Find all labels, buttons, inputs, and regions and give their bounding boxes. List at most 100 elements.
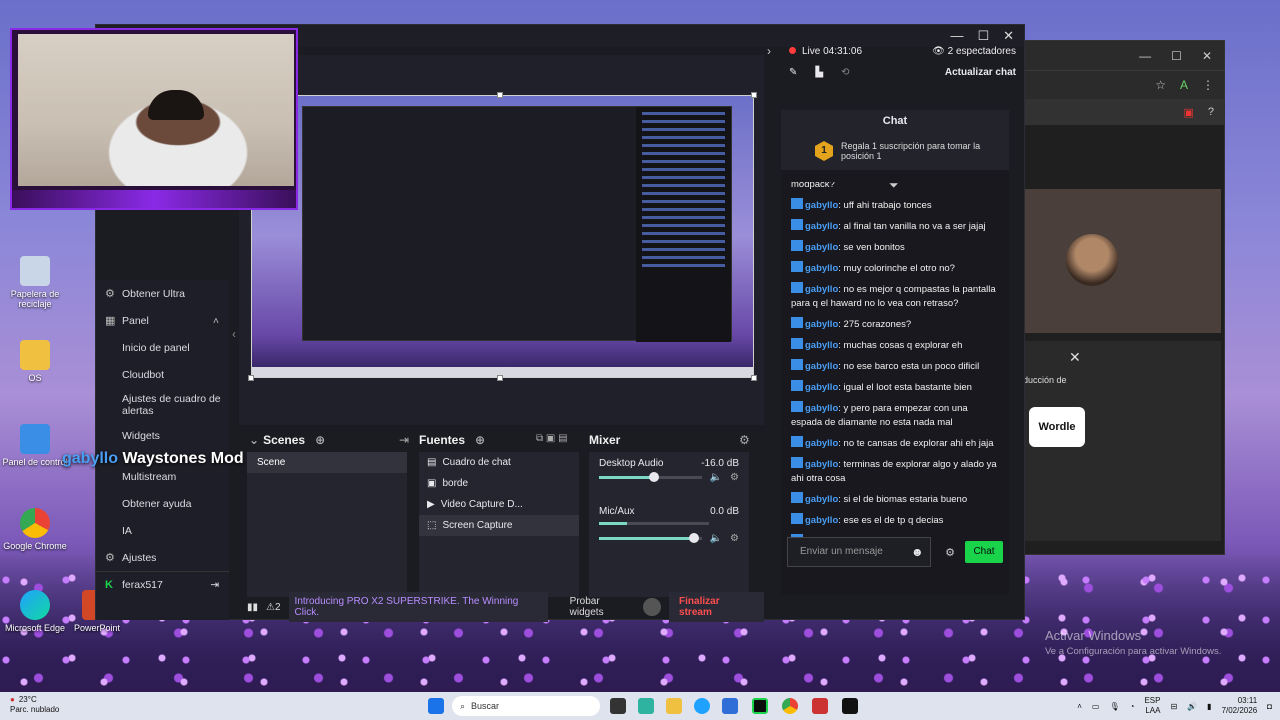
send-chat-button[interactable]: Chat (965, 541, 1003, 563)
chat-username[interactable]: gabyllo (805, 361, 838, 372)
chat-username[interactable]: gabyllo (805, 515, 838, 526)
wordle-card[interactable]: Wordle (1029, 407, 1085, 447)
desktop-icon-os-folder[interactable]: OS (0, 340, 70, 383)
desktop-icon-recycle-bin[interactable]: Papelera de reciclaje (0, 256, 70, 309)
taskbar-search[interactable]: ⌕ Buscar (452, 696, 600, 716)
minimize-icon[interactable]: — (1139, 49, 1151, 63)
mic-icon[interactable]: 🎙 (1109, 702, 1119, 711)
emoji-icon[interactable]: ☻ (911, 545, 924, 559)
store-icon[interactable] (722, 698, 738, 714)
widgets-icon[interactable] (638, 698, 654, 714)
test-widgets-button[interactable]: Probar widgets (570, 596, 636, 618)
resize-handle[interactable] (497, 375, 503, 381)
maximize-icon[interactable]: ☐ (1171, 49, 1182, 63)
add-scene-icon[interactable]: ⊕ (315, 433, 325, 447)
close-icon[interactable]: ✕ (1202, 49, 1212, 63)
source-item[interactable]: ▶ Video Capture D... (419, 494, 579, 515)
chat-username[interactable]: gabyllo (805, 200, 838, 211)
streamlabs-icon[interactable] (752, 698, 768, 714)
sidebar-item-ai[interactable]: IA (96, 517, 229, 544)
profile-icon[interactable]: A (1180, 78, 1188, 92)
chat-username[interactable]: gabyllo (805, 221, 838, 232)
stats-icon[interactable]: ▮▮ (247, 602, 258, 613)
sidebar-item-cloudbot[interactable]: Cloudbot (96, 361, 229, 388)
clock[interactable]: 03:11 7/02/2026 (1222, 696, 1258, 716)
wifi-icon[interactable]: ◔ (1130, 702, 1135, 711)
sidebar-item-widgets[interactable]: Widgets (96, 422, 229, 449)
scroll-down-icon[interactable]: ⏷ (889, 178, 899, 193)
language-indicator[interactable]: ESP LAA (1144, 696, 1160, 716)
edge-icon[interactable] (694, 698, 710, 714)
chat-username[interactable]: gabyllo (805, 403, 838, 414)
pencil-icon[interactable]: ✎ (789, 67, 797, 78)
network-icon[interactable]: ⊟ (1170, 702, 1177, 711)
volume-icon[interactable]: 🔊 (1187, 702, 1197, 711)
chat-username[interactable]: gabyllo (805, 459, 838, 470)
sidebar-item-ultra[interactable]: ⚙ Obtener Ultra (96, 280, 229, 307)
chat-settings-icon[interactable]: ⚙ (945, 546, 955, 559)
weather-widget[interactable]: ● 23°C Parc. nublado (10, 695, 59, 715)
chat-username[interactable]: gabyllo (805, 438, 838, 449)
capcut-icon[interactable] (842, 698, 858, 714)
resize-handle[interactable] (751, 375, 757, 381)
source-tools-icon[interactable]: ⧉ ▣ ▤ (536, 433, 568, 444)
power-icon[interactable]: ▮ (1207, 702, 1211, 711)
star-icon[interactable]: ☆ (1155, 78, 1166, 92)
sidebar-user[interactable]: Kferax517 ⇥ (96, 571, 229, 598)
scene-transition-icon[interactable]: ⇥ (399, 433, 409, 447)
resize-handle[interactable] (497, 92, 503, 98)
alert-icon[interactable]: ⚠2 (266, 602, 281, 613)
gift-sub-banner[interactable]: 1 Regala 1 suscripción para tomar la pos… (781, 132, 1009, 170)
speaker-icon[interactable]: 🔈 (710, 472, 722, 483)
news-ticker[interactable]: Introducing PRO X2 SUPERSTRIKE. The Winn… (288, 592, 548, 622)
sidebar-item-help[interactable]: Obtener ayuda (96, 490, 229, 517)
sidebar-item-home[interactable]: Inicio de panel (96, 334, 229, 361)
gear-icon[interactable]: ⚙ (730, 472, 739, 483)
volume-slider[interactable] (599, 533, 702, 543)
refresh-chat-button[interactable]: Actualizar chat (945, 67, 1016, 78)
video-thumbnail[interactable] (1021, 189, 1221, 333)
file-explorer-icon[interactable] (666, 698, 682, 714)
chat-username[interactable]: gabyllo (805, 494, 838, 505)
chevron-up-icon[interactable]: ˄ (1077, 702, 1082, 711)
help-icon[interactable]: ? (1208, 106, 1214, 118)
chat-input[interactable]: Enviar un mensaje (787, 537, 931, 567)
chrome-icon[interactable] (782, 698, 798, 714)
gear-icon[interactable]: ⚙ (730, 533, 739, 544)
close-popup-icon[interactable]: ✕ (1069, 349, 1081, 366)
sidebar-item-settings[interactable]: ⚙ Ajustes (96, 544, 229, 571)
desktop-icon-control-panel[interactable]: Panel de control (0, 424, 70, 467)
share-icon[interactable]: ⟲ (841, 67, 849, 78)
notification-icon[interactable]: ◘ (1267, 702, 1272, 711)
desktop-icon-chrome[interactable]: Google Chrome (0, 508, 70, 551)
more-icon[interactable]: ⋮ (1202, 78, 1214, 92)
add-source-icon[interactable]: ⊕ (475, 433, 485, 447)
app-icon[interactable] (812, 698, 828, 714)
task-view-icon[interactable] (610, 698, 626, 714)
collapse-chat-icon[interactable]: › (767, 44, 771, 58)
source-item[interactable]: ▤ Cuadro de chat (419, 452, 579, 473)
windows-start-icon[interactable] (428, 698, 444, 714)
resize-handle[interactable] (248, 375, 254, 381)
source-item[interactable]: ⬚ Screen Capture (419, 515, 579, 536)
source-item[interactable]: ▣ borde (419, 473, 579, 494)
sidebar-item-panel[interactable]: ▦ Panel ˄ (96, 307, 229, 334)
chat-username[interactable]: gabyllo (805, 340, 838, 351)
rec-button[interactable] (643, 598, 662, 616)
sidebar-item-alerts[interactable]: Ajustes de cuadro de alertas (96, 388, 229, 422)
end-stream-button[interactable]: Finalizar stream (669, 592, 764, 622)
dashboard-icon[interactable]: ▙ (815, 67, 823, 78)
chat-username[interactable]: gabyllo (805, 382, 838, 393)
speaker-icon[interactable]: 🔈 (710, 533, 722, 544)
chat-username[interactable]: gabyllo (805, 284, 838, 295)
battery-icon[interactable]: ▭ (1092, 702, 1100, 711)
chat-username[interactable]: gabyllo (805, 263, 838, 274)
volume-slider[interactable] (599, 472, 702, 482)
mixer-settings-icon[interactable]: ⚙ (739, 433, 750, 447)
resize-handle[interactable] (751, 92, 757, 98)
collapse-sidebar-icon[interactable]: ‹ (232, 327, 236, 341)
logout-icon[interactable]: ⇥ (210, 579, 219, 591)
desktop-icon-edge[interactable]: Microsoft Edge (0, 590, 70, 633)
chevron-down-icon[interactable]: ⌄ (249, 433, 259, 447)
youtube-icon[interactable]: ▣ (1183, 106, 1193, 119)
